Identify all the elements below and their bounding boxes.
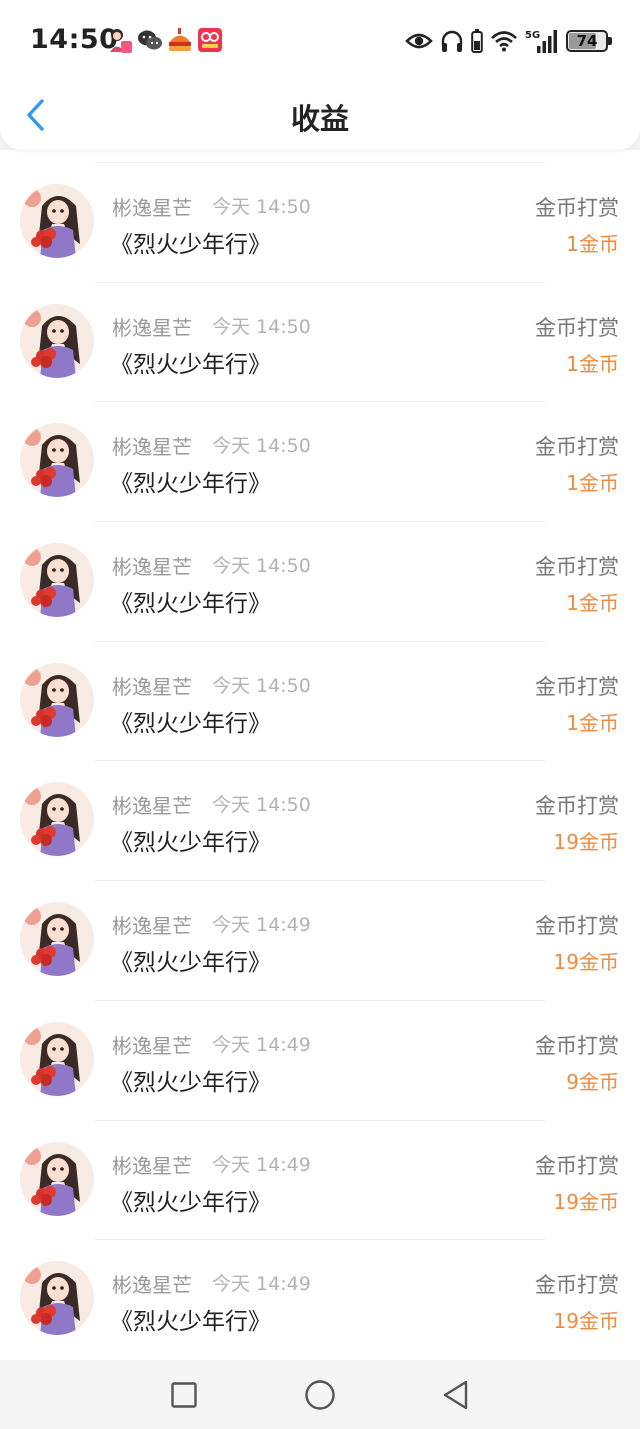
- work-title: 《烈火少年行》: [110, 232, 271, 258]
- record-time: 今天 14:49: [212, 1273, 311, 1296]
- list-item[interactable]: 彬逸星芒 今天 14:49 《烈火少年行》 金币打赏 9金币: [0, 999, 640, 1120]
- system-icons: 5G 74: [405, 26, 612, 56]
- reward-amount: 1金币: [566, 710, 619, 735]
- wifi-icon: [491, 31, 517, 52]
- reward-amount: 19金币: [553, 1189, 619, 1214]
- record-time: 今天 14:49: [212, 1033, 311, 1056]
- battery-small-icon: [471, 29, 483, 53]
- avatar[interactable]: [20, 303, 94, 378]
- home-circle-icon: [305, 1379, 335, 1410]
- back-triangle-icon: [443, 1380, 468, 1409]
- work-title: 《烈火少年行》: [110, 591, 271, 618]
- sender-name: 彬逸星芒: [112, 794, 192, 819]
- reward-amount: 1金币: [566, 471, 619, 496]
- sender-name: 彬逸星芒: [112, 1033, 192, 1058]
- record-time: 今天 14:49: [212, 914, 311, 937]
- notification-icons: [107, 26, 223, 56]
- sender-name: 彬逸星芒: [112, 435, 192, 460]
- reward-type: 金币打赏: [535, 914, 619, 939]
- list-item[interactable]: 彬逸星芒 今天 14:49 《烈火少年行》 金币打赏 19金币: [0, 880, 640, 1000]
- record-time: 今天 14:50: [212, 674, 311, 697]
- sender-name: 彬逸星芒: [112, 1153, 192, 1178]
- income-page: 14:50 5G 74 收益 彬逸星芒 今天 14:50 《烈火少年行》 金币打…: [0, 0, 640, 1429]
- reward-type: 金币打赏: [535, 1153, 619, 1178]
- list-item[interactable]: 彬逸星芒 今天 14:50 《烈火少年行》 金币打赏 1金币: [0, 401, 640, 521]
- record-time: 今天 14:50: [212, 315, 311, 338]
- signal-label: 5G: [525, 30, 540, 41]
- header: 14:50 5G 74 收益: [0, 0, 640, 150]
- avatar[interactable]: [20, 184, 94, 258]
- income-list[interactable]: 彬逸星芒 今天 14:50 《烈火少年行》 金币打赏 1金币 彬逸星芒 今天 14:50 《烈…: [0, 150, 640, 1360]
- recent-apps-square-icon: [171, 1381, 197, 1408]
- work-title: 《烈火少年行》: [110, 1309, 271, 1336]
- status-bar: 14:50 5G 74: [0, 0, 640, 80]
- avatar[interactable]: [20, 423, 94, 498]
- avatar[interactable]: [20, 1021, 94, 1096]
- avatar[interactable]: [20, 1141, 94, 1216]
- signal-5g-icon: 5G: [525, 30, 557, 53]
- sender-name: 彬逸星芒: [112, 674, 192, 699]
- work-title: 《烈火少年行》: [110, 1069, 271, 1096]
- user-app-icon: [110, 29, 132, 53]
- home-button[interactable]: [302, 1377, 338, 1413]
- avatar[interactable]: [20, 1261, 94, 1336]
- reward-type: 金币打赏: [535, 1033, 619, 1058]
- reward-amount: 19金币: [553, 830, 619, 855]
- work-title: 《烈火少年行》: [110, 1189, 271, 1216]
- list-item[interactable]: 彬逸星芒 今天 14:50 《烈火少年行》 金币打赏 1金币: [0, 521, 640, 641]
- list-item[interactable]: 彬逸星芒 今天 14:49 《烈火少年行》 金币打赏 19金币: [0, 1239, 640, 1359]
- wechat-icon: [138, 30, 162, 50]
- sender-name: 彬逸星芒: [112, 555, 192, 580]
- reward-type: 金币打赏: [535, 674, 619, 699]
- reward-amount: 19金币: [553, 950, 619, 975]
- list-item[interactable]: 彬逸星芒 今天 14:50 《烈火少年行》 金币打赏 1金币: [0, 281, 640, 402]
- record-time: 今天 14:50: [212, 555, 311, 578]
- reward-amount: 1金币: [566, 232, 619, 256]
- reward-type: 金币打赏: [535, 794, 619, 819]
- record-time: 今天 14:50: [212, 435, 311, 458]
- avatar[interactable]: [20, 902, 94, 977]
- list-item[interactable]: 彬逸星芒 今天 14:50 《烈火少年行》 金币打赏 19金币: [0, 760, 640, 880]
- reward-amount: 19金币: [553, 1309, 619, 1334]
- list-item[interactable]: 彬逸星芒 今天 14:50 《烈火少年行》 金币打赏 1金币: [0, 640, 640, 761]
- work-title: 《烈火少年行》: [110, 351, 271, 378]
- list-item[interactable]: 彬逸星芒 今天 14:50 《烈火少年行》 金币打赏 1金币: [0, 162, 640, 282]
- battery-icon: 74: [566, 30, 612, 52]
- eye-icon: [405, 33, 433, 49]
- reward-amount: 1金币: [566, 351, 619, 376]
- reward-type: 金币打赏: [535, 196, 619, 220]
- headphones-icon: [441, 30, 463, 52]
- food-app-icon: [169, 28, 191, 51]
- list-item[interactable]: 彬逸星芒 今天 14:49 《烈火少年行》 金币打赏 19金币: [0, 1119, 640, 1240]
- reward-amount: 9金币: [566, 1069, 619, 1094]
- avatar[interactable]: [20, 662, 94, 737]
- reward-type: 金币打赏: [535, 555, 619, 580]
- reward-type: 金币打赏: [535, 435, 619, 460]
- record-time: 今天 14:50: [212, 196, 311, 218]
- sender-name: 彬逸星芒: [112, 1273, 192, 1298]
- back-nav-button[interactable]: [438, 1377, 474, 1413]
- system-nav-bar: [0, 1360, 640, 1429]
- video-app-icon: [198, 28, 222, 52]
- work-title: 《烈火少年行》: [110, 950, 271, 977]
- title-bar: 收益: [0, 80, 640, 150]
- avatar[interactable]: [20, 543, 94, 618]
- sender-name: 彬逸星芒: [112, 196, 192, 220]
- page-title: 收益: [290, 102, 349, 136]
- battery-level: 74: [576, 32, 598, 50]
- reward-type: 金币打赏: [535, 315, 619, 340]
- reward-type: 金币打赏: [535, 1273, 619, 1298]
- sender-name: 彬逸星芒: [112, 914, 192, 939]
- status-time: 14:50: [30, 24, 119, 55]
- work-title: 《烈火少年行》: [110, 471, 271, 498]
- work-title: 《烈火少年行》: [110, 710, 271, 737]
- record-time: 今天 14:50: [212, 794, 311, 817]
- avatar[interactable]: [20, 782, 94, 857]
- work-title: 《烈火少年行》: [110, 830, 271, 857]
- recent-apps-button[interactable]: [166, 1377, 202, 1413]
- reward-amount: 1金币: [566, 591, 619, 616]
- record-time: 今天 14:49: [212, 1153, 311, 1176]
- sender-name: 彬逸星芒: [112, 315, 192, 340]
